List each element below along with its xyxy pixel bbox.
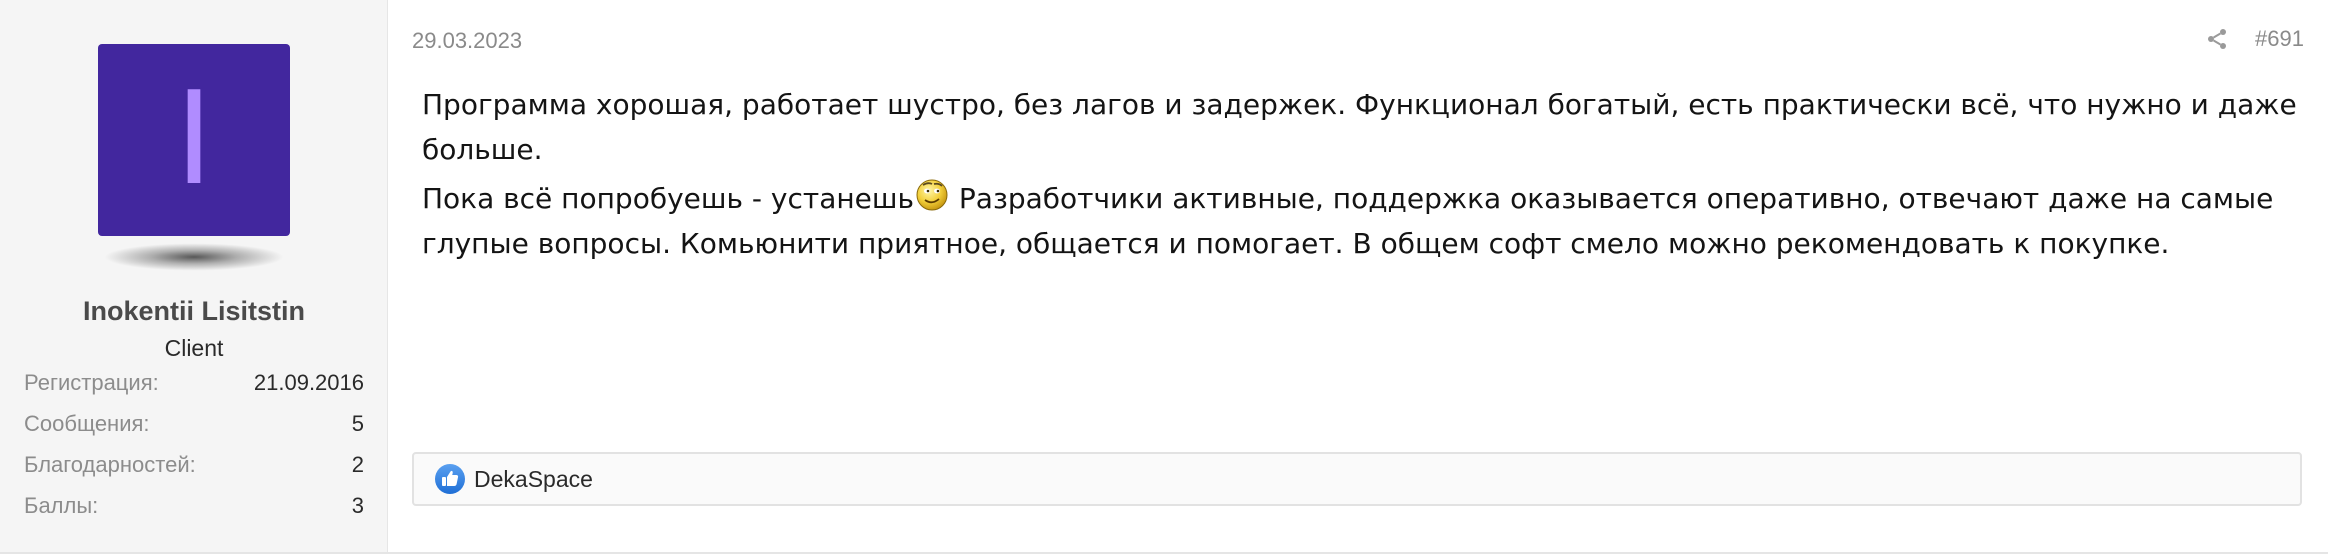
post-body-line-1: Программа хорошая, работает шустро, без … [422,88,2297,166]
username[interactable]: Inokentii Lisitstin [0,296,388,327]
stat-value[interactable]: 5 [352,411,364,437]
avatar-letter: I [175,65,213,214]
reactions-bar[interactable]: DekaSpace [412,452,2302,506]
user-info-panel: I Inokentii Lisitstin Client Регистрация… [0,0,388,552]
forum-post: I Inokentii Lisitstin Client Регистрация… [0,0,2328,554]
stat-row-points: Баллы: 3 [24,493,364,534]
user-stats: Регистрация: 21.09.2016 Сообщения: 5 Бла… [24,370,364,534]
stat-row-messages: Сообщения: 5 [24,411,364,452]
stat-row-registration: Регистрация: 21.09.2016 [24,370,364,411]
post-number-link[interactable]: #691 [2255,26,2304,52]
stat-value: 21.09.2016 [253,370,364,395]
avatar[interactable]: I [98,44,290,236]
stat-value: 2 [351,452,364,477]
thumbs-up-icon [435,464,465,494]
post-body: Программа хорошая, работает шустро, без … [422,82,2302,266]
post-body-paragraph-2: Пока всё попробуешь - устанешь Разработч… [422,176,2302,266]
thinking-smiley-icon [916,179,948,211]
stat-label: Баллы: [24,493,99,518]
post-main: 29.03.2023 #691 Программа хорошая, работ… [388,0,2328,552]
share-icon[interactable] [2205,27,2229,51]
user-title: Client [164,335,224,361]
stat-label: Сообщения: [24,411,150,436]
avatar-shadow [70,238,318,276]
post-date[interactable]: 29.03.2023 [412,28,522,54]
post-body-text-before-smiley: Пока всё попробуешь - устанешь [422,182,915,215]
stat-label: Регистрация: [24,370,159,395]
reaction-user-link[interactable]: DekaSpace [474,466,593,493]
stat-row-thanks: Благодарностей: 2 [24,452,364,493]
stat-label: Благодарностей: [24,452,196,477]
stat-value[interactable]: 3 [352,493,364,519]
post-tools: #691 [2205,26,2304,52]
